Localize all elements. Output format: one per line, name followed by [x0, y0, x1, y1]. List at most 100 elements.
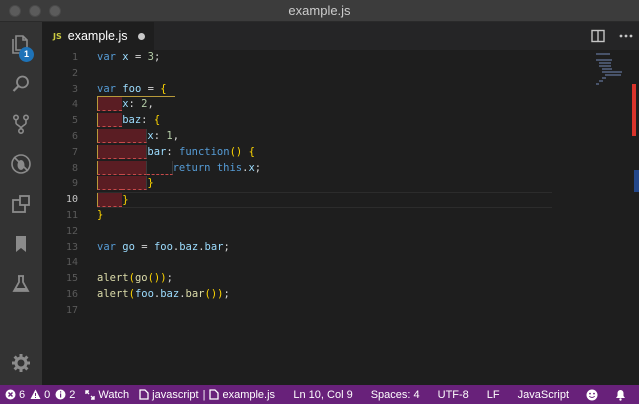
breadcrumb-language: javascript	[152, 388, 199, 401]
code-line[interactable]: var foo = {	[97, 82, 597, 98]
code-editor[interactable]: 1 2 3 4 5 6 7 8 9 10 11 12 13 14 15 16 1…	[42, 50, 639, 385]
bookmarks-button[interactable]	[0, 226, 42, 262]
code-line[interactable]: bar: function() {	[97, 144, 597, 161]
explorer-badge: 1	[19, 47, 34, 62]
info-icon	[55, 389, 66, 400]
file-icon	[139, 389, 149, 400]
warning-icon	[30, 389, 41, 399]
bug-icon	[11, 154, 31, 174]
git-branch-icon	[12, 114, 30, 135]
minimap-lines	[596, 52, 626, 85]
code-lines[interactable]: var x = 3; var foo = { x: 2, baz: { x: 1…	[97, 50, 597, 319]
line-number-active: 10	[65, 194, 78, 206]
line-number: 7	[71, 146, 78, 158]
line-number: 1	[71, 52, 78, 63]
cursor-scroll-marker	[634, 170, 639, 192]
line-number: 6	[71, 130, 78, 142]
line-number: 8	[71, 162, 78, 174]
indent-guide	[97, 193, 123, 208]
flask-icon	[12, 275, 30, 292]
debug-button[interactable]	[0, 146, 42, 182]
line-number: 17	[65, 304, 78, 316]
code-line[interactable]: x: 2,	[97, 97, 597, 113]
code-line-current[interactable]: }	[97, 192, 552, 208]
indent-guide	[122, 128, 148, 143]
gear-icon	[12, 354, 30, 372]
line-number: 14	[65, 257, 78, 269]
problems-indicator[interactable]: 6 0 2	[0, 385, 80, 404]
notifications-button[interactable]	[609, 385, 639, 404]
indent-guide	[122, 144, 148, 159]
eol-selector[interactable]: LF	[478, 385, 509, 404]
title-bar: example.js	[0, 0, 639, 22]
indent-guide	[147, 160, 173, 175]
line-number: 9	[71, 178, 78, 190]
error-count: 6	[19, 388, 26, 401]
source-control-button[interactable]	[0, 106, 42, 142]
watch-label: Watch	[98, 388, 130, 401]
split-editor-icon[interactable]	[590, 28, 606, 44]
info-count: 2	[69, 388, 76, 401]
tab-example-js[interactable]: JS example.js	[42, 22, 154, 50]
line-number: 16	[65, 288, 78, 300]
extensions-icon	[12, 195, 30, 213]
code-line[interactable]: alert(go());	[97, 271, 597, 287]
encoding-selector[interactable]: UTF-8	[429, 385, 478, 404]
code-line[interactable]: return this.x;	[97, 160, 597, 177]
bookmark-icon	[16, 236, 26, 252]
testing-button[interactable]	[0, 266, 42, 302]
search-button[interactable]	[0, 66, 42, 102]
tab-label: example.js	[67, 29, 128, 43]
indentation-selector[interactable]: Spaces: 4	[362, 385, 429, 404]
feedback-button[interactable]	[578, 385, 609, 404]
sync-icon	[85, 389, 96, 400]
file-icon	[209, 389, 220, 400]
more-actions-icon[interactable]	[618, 28, 634, 44]
unsaved-dot-icon[interactable]	[137, 32, 145, 40]
indent-guide	[122, 160, 148, 175]
warning-count: 0	[44, 388, 51, 401]
window-title: example.js	[288, 3, 351, 18]
code-line[interactable]: var go = foo.baz.bar;	[97, 240, 597, 256]
extensions-button[interactable]	[0, 186, 42, 222]
code-line[interactable]: }	[97, 176, 597, 192]
indent-guide	[97, 128, 123, 143]
line-number: 15	[65, 273, 78, 285]
indent-guide	[97, 97, 123, 112]
breadcrumb-file: example.js	[222, 388, 276, 401]
code-line[interactable]	[97, 255, 597, 271]
activity-bar: 1	[0, 22, 42, 385]
code-line[interactable]: }	[97, 208, 597, 224]
breadcrumb[interactable]: javascript | example.js	[134, 385, 280, 404]
indent-guide	[122, 176, 148, 191]
indent-guide	[97, 144, 123, 159]
code-line[interactable]	[97, 66, 597, 82]
code-line[interactable]	[97, 303, 597, 319]
watch-button[interactable]: Watch	[80, 385, 134, 404]
indent-guide	[97, 176, 123, 191]
error-icon	[5, 389, 16, 400]
breadcrumb-separator: |	[202, 388, 206, 401]
code-line[interactable]: alert(foo.baz.bar());	[97, 287, 597, 303]
explorer-button[interactable]: 1	[0, 26, 42, 62]
code-line[interactable]: var x = 3;	[97, 50, 597, 66]
status-bar: 6 0 2 Watch javascript | example.js Ln 1…	[0, 385, 639, 404]
smiley-icon	[586, 389, 598, 400]
indent-guide	[97, 160, 123, 175]
code-line[interactable]: baz: {	[97, 113, 597, 129]
bell-icon	[616, 389, 625, 401]
code-line[interactable]: x: 1,	[97, 128, 597, 145]
tab-bar: JS example.js	[42, 22, 639, 50]
language-selector[interactable]: JavaScript	[509, 385, 578, 404]
line-number: 13	[65, 241, 78, 253]
cursor-position[interactable]: Ln 10, Col 9	[284, 385, 361, 404]
line-number: 4	[71, 99, 78, 111]
error-scroll-marker[interactable]	[632, 84, 636, 136]
line-number: 12	[65, 225, 78, 237]
indent-guide	[97, 113, 123, 128]
line-number: 5	[71, 115, 78, 127]
settings-button[interactable]	[0, 345, 42, 381]
code-line[interactable]	[97, 224, 597, 240]
line-number: 3	[71, 83, 78, 95]
line-number: 11	[65, 209, 78, 221]
